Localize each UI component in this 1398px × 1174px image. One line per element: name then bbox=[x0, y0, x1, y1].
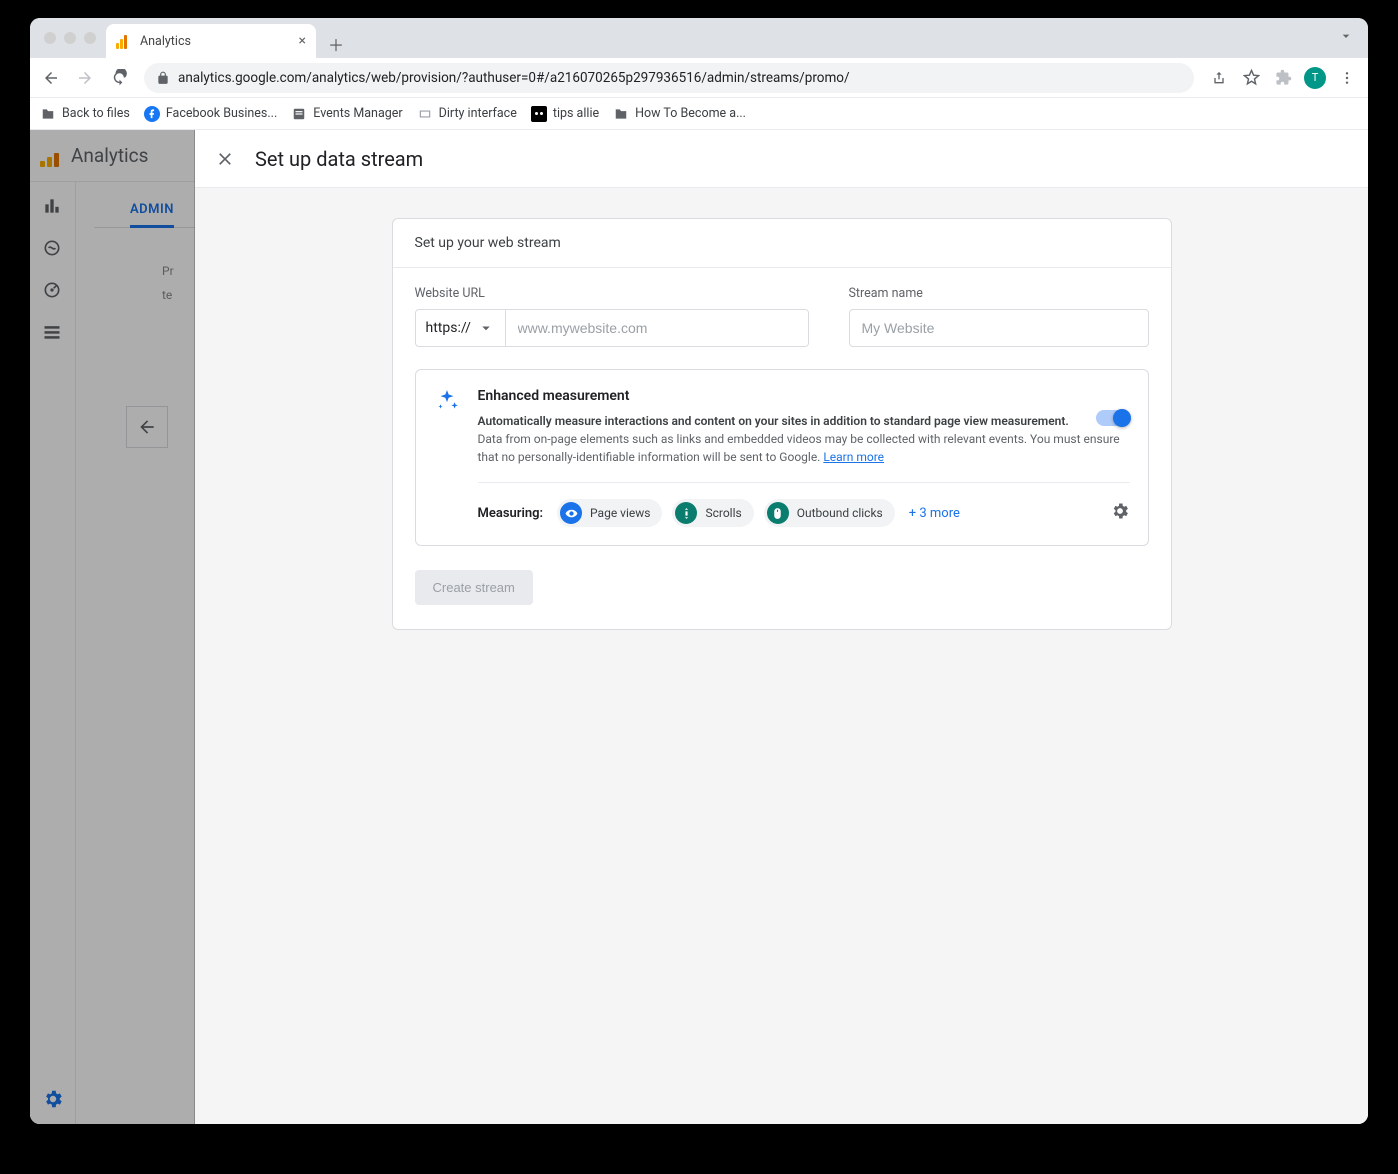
avatar: T bbox=[1304, 67, 1326, 89]
traffic-lights bbox=[38, 32, 102, 44]
chip-label: Outbound clicks bbox=[797, 506, 883, 520]
sparkle-icon bbox=[434, 388, 462, 527]
extensions-button[interactable] bbox=[1268, 63, 1298, 93]
chip-scrolls: Scrolls bbox=[672, 499, 753, 527]
stream-name-field: Stream name bbox=[849, 286, 1149, 347]
enhanced-desc-rest: Data from on-page elements such as links… bbox=[478, 432, 1120, 464]
rail-admin-gear-icon[interactable] bbox=[42, 1088, 64, 1110]
eye-icon bbox=[560, 502, 582, 524]
tabstrip: Analytics × ＋ bbox=[106, 18, 350, 58]
bookmark-label: Facebook Busines... bbox=[166, 106, 277, 121]
dialog-close-icon[interactable] bbox=[215, 149, 235, 169]
url-label: Website URL bbox=[415, 286, 809, 301]
analytics-logo bbox=[40, 145, 59, 167]
minimize-window[interactable] bbox=[64, 32, 76, 44]
more-measurements-link[interactable]: + 3 more bbox=[909, 506, 960, 521]
toggle-knob bbox=[1113, 409, 1131, 427]
scroll-icon bbox=[675, 502, 697, 524]
bookmark-label: Back to files bbox=[62, 106, 130, 121]
chevron-down-icon bbox=[477, 319, 495, 337]
measurement-settings-gear-icon[interactable] bbox=[1110, 501, 1130, 525]
browser-tab[interactable]: Analytics × bbox=[106, 24, 316, 58]
reload-button[interactable] bbox=[104, 63, 134, 93]
bookmarks-bar: Back to files Facebook Busines... Events… bbox=[30, 98, 1368, 130]
chip-label: Page views bbox=[590, 506, 650, 520]
divider bbox=[478, 482, 1130, 483]
analytics-favicon bbox=[116, 33, 132, 49]
protocol-value: https:// bbox=[426, 320, 471, 336]
lock-icon bbox=[156, 71, 170, 85]
nav-toolbar: analytics.google.com/analytics/web/provi… bbox=[30, 58, 1368, 98]
bookmark-item[interactable]: Back to files bbox=[40, 106, 130, 122]
measuring-row: Measuring: Page views Scrolls bbox=[478, 499, 1130, 527]
profile-button[interactable]: T bbox=[1300, 63, 1330, 93]
bookmark-item[interactable]: Facebook Busines... bbox=[144, 106, 277, 122]
enhanced-measurement-box: Enhanced measurement Automatically measu… bbox=[415, 369, 1149, 546]
chip-page-views: Page views bbox=[557, 499, 662, 527]
mouse-icon bbox=[767, 502, 789, 524]
create-stream-button[interactable]: Create stream bbox=[415, 570, 533, 605]
bookmark-star[interactable] bbox=[1236, 63, 1266, 93]
dialog-title: Set up data stream bbox=[255, 147, 423, 171]
left-rail bbox=[30, 182, 76, 1124]
dialog-header: Set up data stream bbox=[195, 130, 1368, 188]
address-bar[interactable]: analytics.google.com/analytics/web/provi… bbox=[144, 63, 1194, 93]
bookmark-item[interactable]: How To Become a... bbox=[613, 106, 746, 122]
close-window[interactable] bbox=[44, 32, 56, 44]
website-url-field: Website URL https:// bbox=[415, 286, 809, 347]
admin-tab[interactable]: ADMIN bbox=[130, 194, 174, 228]
app-area: Analytics ADMIN Pr te Set up data stre bbox=[30, 130, 1368, 1124]
chrome-menu[interactable] bbox=[1332, 63, 1362, 93]
bookmark-item[interactable]: tips allie bbox=[531, 106, 599, 122]
tabstrip-menu[interactable] bbox=[1338, 28, 1360, 48]
tab-title: Analytics bbox=[140, 34, 191, 49]
chip-outbound: Outbound clicks bbox=[764, 499, 895, 527]
bookmark-item[interactable]: Events Manager bbox=[291, 106, 402, 122]
titlebar: Analytics × ＋ bbox=[30, 18, 1368, 58]
bookmark-item[interactable]: Dirty interface bbox=[417, 106, 517, 122]
learn-more-link[interactable]: Learn more bbox=[823, 450, 884, 464]
card-title: Set up your web stream bbox=[393, 219, 1171, 268]
bookmark-label: tips allie bbox=[553, 106, 599, 121]
share-button[interactable] bbox=[1204, 63, 1234, 93]
measuring-label: Measuring: bbox=[478, 506, 544, 521]
tab-close[interactable]: × bbox=[299, 33, 306, 49]
back-square-button[interactable] bbox=[126, 406, 168, 448]
protocol-dropdown[interactable]: https:// bbox=[416, 310, 506, 346]
back-button[interactable] bbox=[36, 63, 66, 93]
enhanced-title: Enhanced measurement bbox=[478, 388, 1130, 404]
url-text: analytics.google.com/analytics/web/provi… bbox=[178, 70, 850, 86]
rail-reports-icon[interactable] bbox=[42, 196, 64, 218]
url-input[interactable] bbox=[506, 310, 808, 346]
dialog-body: Set up your web stream Website URL https… bbox=[195, 188, 1368, 1124]
new-tab-button[interactable]: ＋ bbox=[322, 30, 350, 58]
browser-window: Analytics × ＋ analytics.google.com/analy… bbox=[30, 18, 1368, 1124]
app-name: Analytics bbox=[71, 144, 148, 167]
rail-realtime-icon[interactable] bbox=[42, 238, 64, 260]
stream-name-input[interactable] bbox=[849, 309, 1149, 347]
chip-label: Scrolls bbox=[705, 506, 741, 520]
rail-config-icon[interactable] bbox=[42, 322, 64, 344]
zoom-window[interactable] bbox=[84, 32, 96, 44]
enhanced-toggle[interactable] bbox=[1096, 410, 1130, 426]
enhanced-description: Automatically measure interactions and c… bbox=[478, 412, 1130, 466]
bookmark-label: How To Become a... bbox=[635, 106, 746, 121]
stream-card: Set up your web stream Website URL https… bbox=[392, 218, 1172, 630]
rail-explore-icon[interactable] bbox=[42, 280, 64, 302]
forward-button[interactable] bbox=[70, 63, 100, 93]
enhanced-desc-bold: Automatically measure interactions and c… bbox=[478, 414, 1069, 428]
bookmark-label: Events Manager bbox=[313, 106, 402, 121]
bookmark-label: Dirty interface bbox=[439, 106, 517, 121]
stream-name-label: Stream name bbox=[849, 286, 1149, 301]
data-stream-dialog: Set up data stream Set up your web strea… bbox=[195, 130, 1368, 1124]
